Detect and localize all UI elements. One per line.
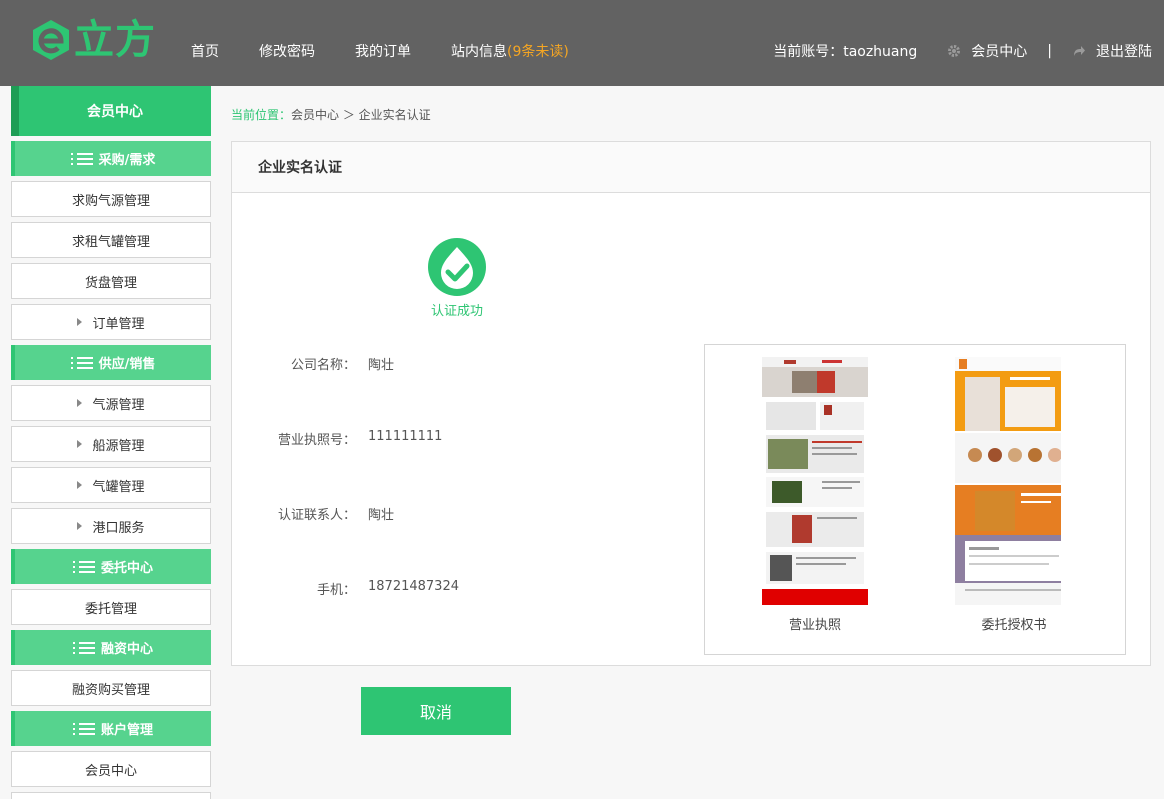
check-drop-icon bbox=[428, 238, 486, 300]
sidebar-item-label: 船源管理 bbox=[92, 438, 145, 454]
nav-change-password[interactable]: 修改密码 bbox=[259, 41, 315, 61]
sidebar-group-purchase[interactable]: 采购/需求 bbox=[11, 141, 211, 176]
caret-right-icon bbox=[77, 481, 83, 489]
unread-count: (9条未读) bbox=[507, 44, 569, 60]
main-nav: 首页 修改密码 我的订单 站内信息(9条未读) bbox=[191, 41, 609, 61]
caret-right-icon bbox=[77, 399, 83, 407]
sidebar-title[interactable]: 会员中心 bbox=[11, 86, 211, 136]
top-header: 立方 首页 修改密码 我的订单 站内信息(9条未读) 当前账号：taozhuan… bbox=[0, 0, 1164, 86]
sidebar-item-tank[interactable]: 气罐管理 bbox=[11, 467, 211, 503]
sidebar-group-label: 账户管理 bbox=[100, 723, 153, 738]
list-icon bbox=[70, 152, 93, 166]
sidebar-item-tank-rent[interactable]: 求租气罐管理 bbox=[11, 222, 211, 258]
share-arrow-icon bbox=[1072, 44, 1086, 58]
sidebar-item-gas-source[interactable]: 气源管理 bbox=[11, 385, 211, 421]
field-contact: 认证联系人： 陶壮 bbox=[232, 504, 692, 523]
nav-messages[interactable]: 站内信息(9条未读) bbox=[451, 41, 569, 61]
nav-messages-label: 站内信息 bbox=[451, 44, 507, 60]
sidebar-item-entrust[interactable]: 委托管理 bbox=[11, 589, 211, 625]
current-account: 当前账号：taozhuang bbox=[773, 44, 918, 60]
field-label: 公司名称： bbox=[290, 358, 356, 373]
brand-logo[interactable]: 立方 bbox=[30, 16, 156, 64]
sidebar-group-supply[interactable]: 供应/销售 bbox=[11, 345, 211, 380]
sidebar-item-gas-purchase[interactable]: 求购气源管理 bbox=[11, 181, 211, 217]
document-images: 营业执照 委托授权书 bbox=[704, 344, 1126, 655]
sidebar-item-label: 港口服务 bbox=[92, 520, 145, 536]
caret-right-icon bbox=[77, 318, 83, 326]
caret-right-icon bbox=[77, 522, 83, 530]
sidebar-item-label: 求购气源管理 bbox=[71, 193, 150, 209]
sidebar-group-label: 采购/需求 bbox=[98, 153, 156, 168]
nav-my-orders[interactable]: 我的订单 bbox=[355, 41, 411, 61]
field-license-number: 营业执照号： 111111111 bbox=[232, 429, 692, 448]
sidebar-group-account[interactable]: 账户管理 bbox=[11, 711, 211, 746]
sidebar-group-label: 供应/销售 bbox=[98, 357, 156, 372]
logout-link[interactable]: 退出登陆 bbox=[1096, 41, 1152, 61]
business-license-image[interactable] bbox=[762, 357, 868, 605]
sidebar-item-partial[interactable] bbox=[11, 792, 211, 799]
sidebar-item-label: 气源管理 bbox=[92, 397, 145, 413]
field-company-name: 公司名称： 陶壮 bbox=[232, 354, 692, 373]
field-label: 认证联系人： bbox=[277, 508, 356, 523]
breadcrumb-path: 会员中心 ＞ 企业实名认证 bbox=[291, 108, 431, 122]
panel-title: 企业实名认证 bbox=[232, 142, 1150, 193]
sidebar-group-entrust[interactable]: 委托中心 bbox=[11, 549, 211, 584]
sidebar-item-label: 求租气罐管理 bbox=[71, 234, 150, 250]
sidebar: 会员中心 采购/需求 求购气源管理 求租气罐管理 货盘管理 订单管理 供应/销售… bbox=[11, 86, 211, 799]
sidebar-item-member-center[interactable]: 会员中心 bbox=[11, 751, 211, 787]
field-value: 陶壮 bbox=[368, 508, 395, 523]
verification-panel: 企业实名认证 认证成功 公司名称： 陶壮 营业执照号： 111111111 认证… bbox=[231, 141, 1151, 666]
sidebar-item-cargo[interactable]: 货盘管理 bbox=[11, 263, 211, 299]
caret-right-icon bbox=[77, 440, 83, 448]
nav-home[interactable]: 首页 bbox=[191, 41, 219, 61]
field-value: 18721487324 bbox=[368, 579, 459, 594]
sidebar-item-finance-purchase[interactable]: 融资购买管理 bbox=[11, 670, 211, 706]
sidebar-group-label: 融资中心 bbox=[100, 642, 153, 657]
field-phone: 手机： 18721487324 bbox=[232, 579, 692, 598]
header-separator: | bbox=[1047, 43, 1052, 59]
sidebar-group-finance[interactable]: 融资中心 bbox=[11, 630, 211, 665]
authorization-letter-caption: 委托授权书 bbox=[981, 618, 1047, 633]
list-icon bbox=[72, 641, 95, 655]
logo-text: 立方 bbox=[74, 17, 156, 63]
cancel-button[interactable]: 取消 bbox=[361, 687, 511, 735]
field-label: 手机： bbox=[316, 583, 356, 598]
sidebar-item-label: 委托管理 bbox=[84, 601, 137, 617]
breadcrumb: 当前位置：会员中心 ＞ 企业实名认证 bbox=[231, 106, 431, 123]
list-icon bbox=[70, 356, 93, 370]
sidebar-group-label: 委托中心 bbox=[100, 561, 153, 576]
sidebar-item-label: 融资购买管理 bbox=[71, 682, 150, 698]
sidebar-item-label: 气罐管理 bbox=[92, 479, 145, 495]
header-account-area: 当前账号：taozhuang 会员中心 | 退出登陆 bbox=[773, 41, 1152, 61]
sidebar-item-label: 订单管理 bbox=[92, 316, 145, 332]
sidebar-item-label: 货盘管理 bbox=[84, 275, 137, 291]
sidebar-item-port[interactable]: 港口服务 bbox=[11, 508, 211, 544]
field-value: 111111111 bbox=[368, 429, 443, 444]
sidebar-item-label: 会员中心 bbox=[84, 763, 137, 779]
status-success-text: 认证成功 bbox=[430, 304, 483, 319]
list-icon bbox=[72, 722, 95, 736]
breadcrumb-prefix: 当前位置： bbox=[231, 108, 292, 122]
gear-icon bbox=[947, 44, 961, 58]
logo-e-icon bbox=[30, 18, 72, 62]
sidebar-item-ship-source[interactable]: 船源管理 bbox=[11, 426, 211, 462]
business-license-caption: 营业执照 bbox=[788, 618, 841, 633]
sidebar-item-orders[interactable]: 订单管理 bbox=[11, 304, 211, 340]
member-center-link[interactable]: 会员中心 bbox=[971, 41, 1027, 61]
field-value: 陶壮 bbox=[368, 358, 395, 373]
list-icon bbox=[72, 560, 95, 574]
field-label: 营业执照号： bbox=[277, 433, 356, 448]
authorization-letter-image[interactable] bbox=[955, 357, 1061, 605]
